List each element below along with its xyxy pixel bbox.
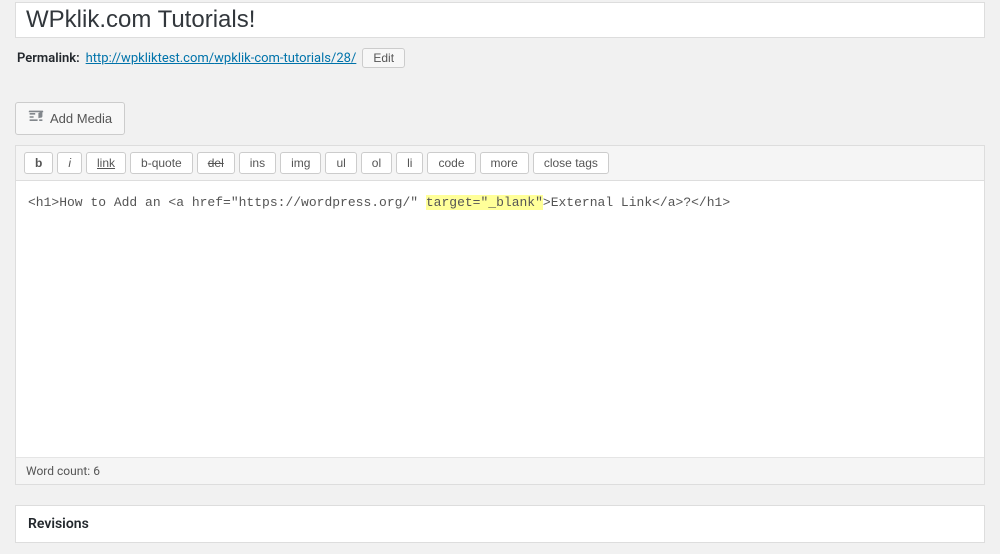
- add-media-label: Add Media: [50, 111, 112, 126]
- editor-status-bar: Word count: 6: [16, 457, 984, 484]
- word-count-label: Word count:: [26, 464, 93, 478]
- content-seg2: >External Link</a>?</h1>: [543, 195, 730, 210]
- toolbar-ul-button[interactable]: ul: [325, 152, 356, 174]
- word-count-value: 6: [93, 464, 100, 478]
- toolbar-li-button[interactable]: li: [396, 152, 423, 174]
- toolbar-ol-button[interactable]: ol: [361, 152, 392, 174]
- edit-permalink-button[interactable]: Edit: [362, 48, 405, 68]
- toolbar-del-button[interactable]: del: [197, 152, 235, 174]
- toolbar-more-button[interactable]: more: [480, 152, 529, 174]
- quicktags-toolbar: b i link b-quote del ins img ul ol li co…: [16, 146, 984, 181]
- permalink-label: Permalink:: [17, 51, 80, 66]
- toolbar-italic-button[interactable]: i: [57, 152, 82, 174]
- toolbar-img-button[interactable]: img: [280, 152, 321, 174]
- permalink-link[interactable]: http://wpkliktest.com/wpklik-com-tutoria…: [86, 51, 357, 66]
- revisions-panel[interactable]: Revisions: [15, 505, 985, 543]
- camera-music-icon: [28, 109, 44, 128]
- toolbar-code-button[interactable]: code: [427, 152, 475, 174]
- toolbar-ins-button[interactable]: ins: [239, 152, 276, 174]
- toolbar-close-tags-button[interactable]: close tags: [533, 152, 609, 174]
- content-highlight: target="_blank": [426, 195, 543, 210]
- add-media-button[interactable]: Add Media: [15, 102, 125, 135]
- revisions-title: Revisions: [28, 516, 972, 532]
- toolbar-bquote-button[interactable]: b-quote: [130, 152, 193, 174]
- permalink-row: Permalink: http://wpkliktest.com/wpklik-…: [15, 48, 985, 68]
- post-title-box[interactable]: [15, 2, 985, 38]
- content-textarea[interactable]: <h1>How to Add an <a href="https://wordp…: [16, 181, 984, 457]
- toolbar-link-button[interactable]: link: [86, 152, 126, 174]
- permalink-slug: wpklik-com-tutorials: [214, 51, 331, 66]
- editor-box: b i link b-quote del ins img ul ol li co…: [15, 145, 985, 485]
- permalink-prefix: http://wpkliktest.com/: [86, 51, 215, 66]
- post-title-input[interactable]: [26, 6, 974, 34]
- content-seg1: <h1>How to Add an <a href="https://wordp…: [28, 195, 426, 210]
- permalink-suffix: /28/: [331, 51, 356, 66]
- toolbar-bold-button[interactable]: b: [24, 152, 53, 174]
